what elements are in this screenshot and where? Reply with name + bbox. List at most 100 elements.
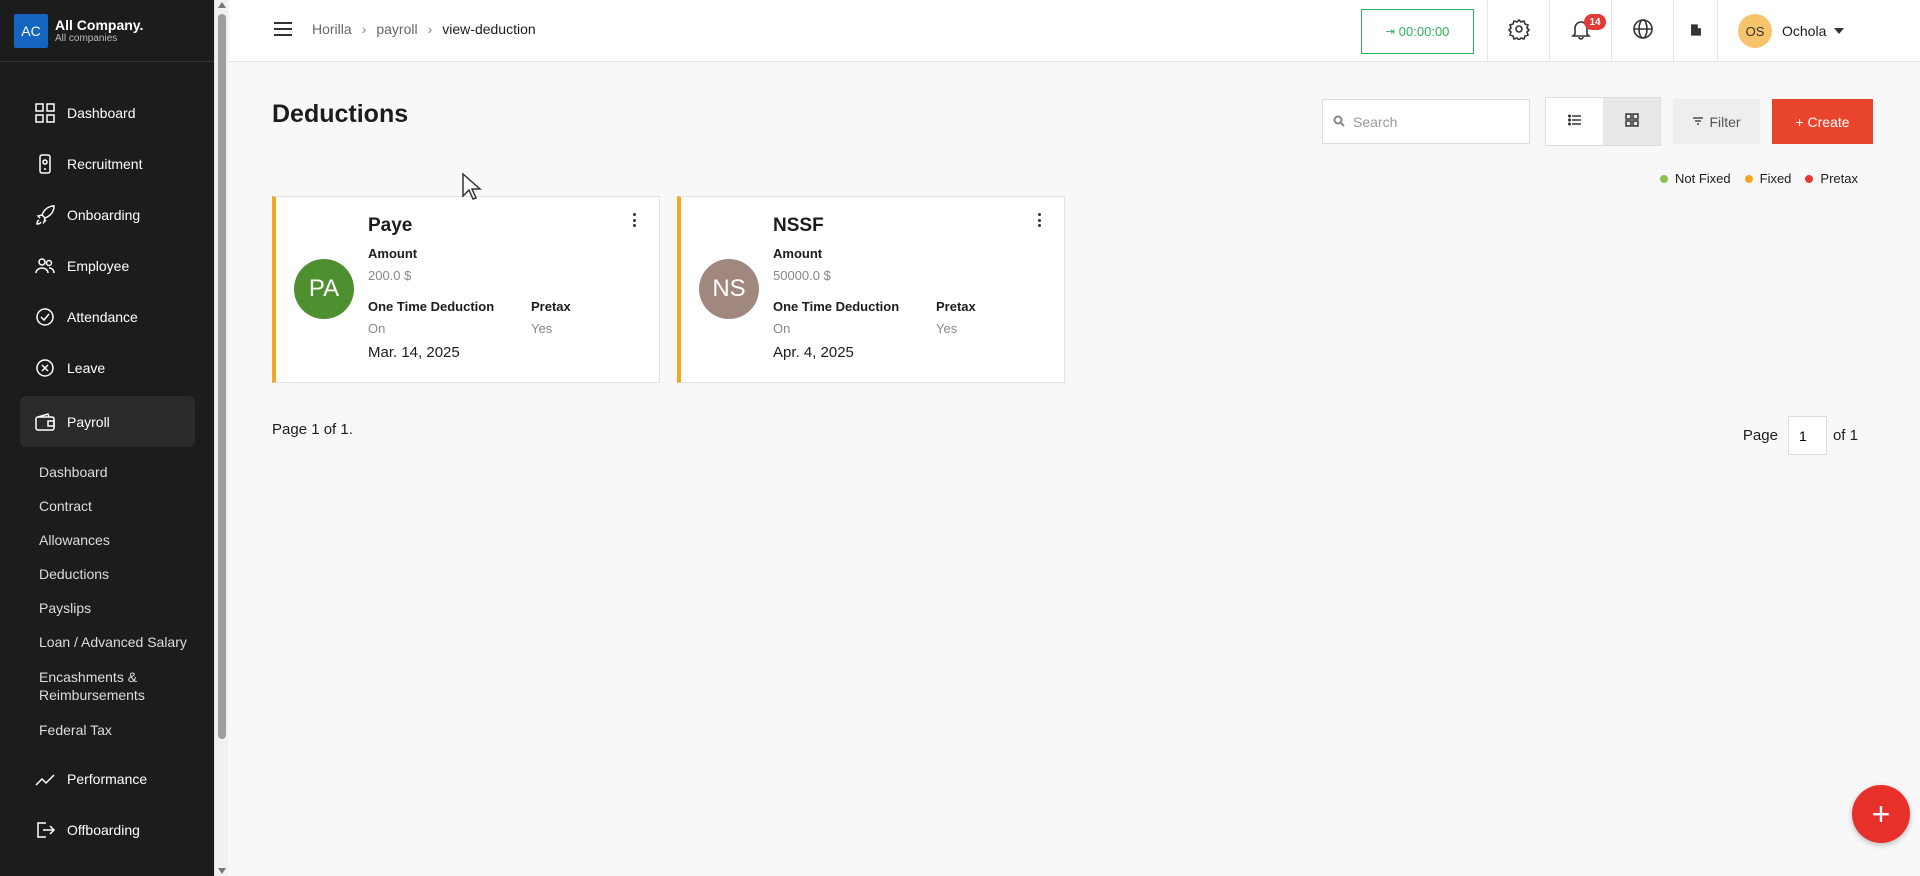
payroll-sub-loan[interactable]: Loan / Advanced Salary <box>39 633 209 651</box>
legend-dot <box>1659 174 1668 183</box>
grid-icon <box>34 102 56 124</box>
scroll-down-icon[interactable] <box>218 868 226 874</box>
search-input[interactable] <box>1353 113 1523 130</box>
payroll-sub-payslips[interactable]: Payslips <box>39 599 209 617</box>
payroll-sub-dashboard[interactable]: Dashboard <box>39 463 209 481</box>
one-time-label: One Time Deduction <box>773 299 900 314</box>
payroll-sub-allowances[interactable]: Allowances <box>39 531 209 549</box>
sidebar-item-label: Onboarding <box>67 206 141 223</box>
company-subtitle: All companies <box>55 33 118 44</box>
filter-button[interactable]: Filter <box>1673 99 1760 144</box>
phone-icon <box>34 153 56 175</box>
payroll-sub-federal-tax[interactable]: Federal Tax <box>39 721 209 739</box>
chevron-right-icon: › <box>427 21 433 37</box>
breadcrumb-current: view-deduction <box>442 21 536 37</box>
legend-dot <box>1805 174 1814 183</box>
search-icon <box>1333 112 1345 131</box>
pretax-label: Pretax <box>531 299 571 314</box>
list-view-button[interactable] <box>1546 98 1603 145</box>
search-box[interactable] <box>1322 99 1530 144</box>
payroll-sub-contract[interactable]: Contract <box>39 497 209 515</box>
sidebar-item-onboarding[interactable]: Onboarding <box>20 189 195 240</box>
company-button[interactable] <box>1673 0 1717 62</box>
legend-label: Fixed <box>1759 171 1792 186</box>
sidebar-item-offboarding[interactable]: Offboarding <box>20 804 195 855</box>
language-button[interactable] <box>1611 0 1673 62</box>
company-name: All Company. <box>55 17 144 33</box>
page-title: Deductions <box>272 100 409 128</box>
sidebar-item-leave[interactable]: Leave <box>20 342 195 393</box>
legend-dot <box>1744 174 1753 183</box>
legend-pretax[interactable]: Pretax <box>1805 171 1858 186</box>
user-menu[interactable]: OS Ochola <box>1717 0 1920 62</box>
deduction-card[interactable]: PA Paye Amount 200.0 $ One Time Deductio… <box>272 196 660 383</box>
company-logo: AC <box>14 13 48 48</box>
notifications-button[interactable]: 14 <box>1549 0 1611 62</box>
sidebar-item-dashboard[interactable]: Dashboard <box>20 87 195 138</box>
login-icon: ⇥ <box>1385 26 1395 38</box>
sidebar-item-payroll[interactable]: Payroll <box>20 396 195 447</box>
scroll-up-icon[interactable] <box>218 2 226 8</box>
scrollbar-thumb[interactable] <box>218 14 226 739</box>
globe-icon <box>1632 18 1654 44</box>
sidebar-item-label: Leave <box>67 359 106 376</box>
sidebar-item-performance[interactable]: Performance <box>20 753 195 804</box>
page-info: Page 1 of 1. <box>272 421 353 438</box>
card-view-button[interactable] <box>1603 98 1660 145</box>
clock-in-button[interactable]: ⇥ 00:00:00 <box>1361 9 1474 54</box>
rocket-icon <box>34 204 56 226</box>
grid-icon <box>1624 112 1639 131</box>
pager-total: of 1 <box>1832 427 1858 444</box>
legend-fixed[interactable]: Fixed <box>1744 171 1792 186</box>
user-name: Ochola <box>1782 23 1827 39</box>
x-circle-icon <box>34 357 56 379</box>
settings-button[interactable] <box>1487 0 1549 62</box>
deduction-card[interactable]: NS NSSF Amount 50000.0 $ One Time Deduct… <box>677 196 1065 383</box>
amount-label: Amount <box>773 246 823 261</box>
trend-icon <box>34 768 56 790</box>
avatar: OS <box>1738 14 1772 48</box>
pretax-label: Pretax <box>936 299 976 314</box>
sidebar-item-label: Offboarding <box>67 821 140 838</box>
deduction-date: Apr. 4, 2025 <box>773 344 854 361</box>
building-icon <box>1689 22 1703 41</box>
hamburger-menu-icon[interactable] <box>274 22 292 36</box>
gear-icon <box>1507 18 1530 44</box>
sidebar-item-label: Dashboard <box>67 104 136 121</box>
topbar: Horilla › payroll › view-deduction ⇥ 00:… <box>229 0 1920 62</box>
kebab-menu-icon[interactable] <box>1038 213 1042 227</box>
legend-not-fixed[interactable]: Not Fixed <box>1659 171 1731 186</box>
one-time-value: On <box>368 321 386 336</box>
sidebar-item-label: Payroll <box>67 413 110 430</box>
deduction-name: NSSF <box>773 215 824 236</box>
caret-down-icon <box>1834 28 1845 34</box>
sidebar-item-recruitment[interactable]: Recruitment <box>20 138 195 189</box>
people-icon <box>34 255 56 277</box>
pretax-value: Yes <box>936 321 958 336</box>
view-toggle <box>1545 97 1661 146</box>
filter-icon <box>1692 114 1709 130</box>
payroll-sub-encashments[interactable]: Encashments & Reimbursements <box>39 668 169 704</box>
deduction-date: Mar. 14, 2025 <box>368 344 460 361</box>
sidebar-item-employee[interactable]: Employee <box>20 240 195 291</box>
check-circle-icon <box>34 306 56 328</box>
breadcrumb: Horilla › payroll › view-deduction <box>312 21 536 37</box>
create-button[interactable]: + Create <box>1772 99 1873 144</box>
kebab-menu-icon[interactable] <box>633 213 637 227</box>
pager-label: Page <box>1742 427 1778 444</box>
sidebar-item-attendance[interactable]: Attendance <box>20 291 195 342</box>
sidebar-item-label: Recruitment <box>67 155 143 172</box>
company-switcher[interactable]: AC All Company. All companies <box>0 0 214 62</box>
avatar: NS <box>699 259 759 319</box>
pretax-value: Yes <box>531 321 553 336</box>
legend: Not Fixed Fixed Pretax <box>1659 171 1858 186</box>
floating-add-button[interactable]: + <box>1852 785 1910 843</box>
breadcrumb-item[interactable]: payroll <box>376 21 417 37</box>
amount-value: 50000.0 $ <box>773 268 831 283</box>
sidebar-scrollbar[interactable] <box>214 0 228 876</box>
deduction-name: Paye <box>368 215 413 236</box>
exit-icon <box>34 819 56 841</box>
breadcrumb-item[interactable]: Horilla <box>312 21 352 37</box>
payroll-sub-deductions[interactable]: Deductions <box>39 565 209 583</box>
page-number-input[interactable] <box>1787 416 1827 455</box>
